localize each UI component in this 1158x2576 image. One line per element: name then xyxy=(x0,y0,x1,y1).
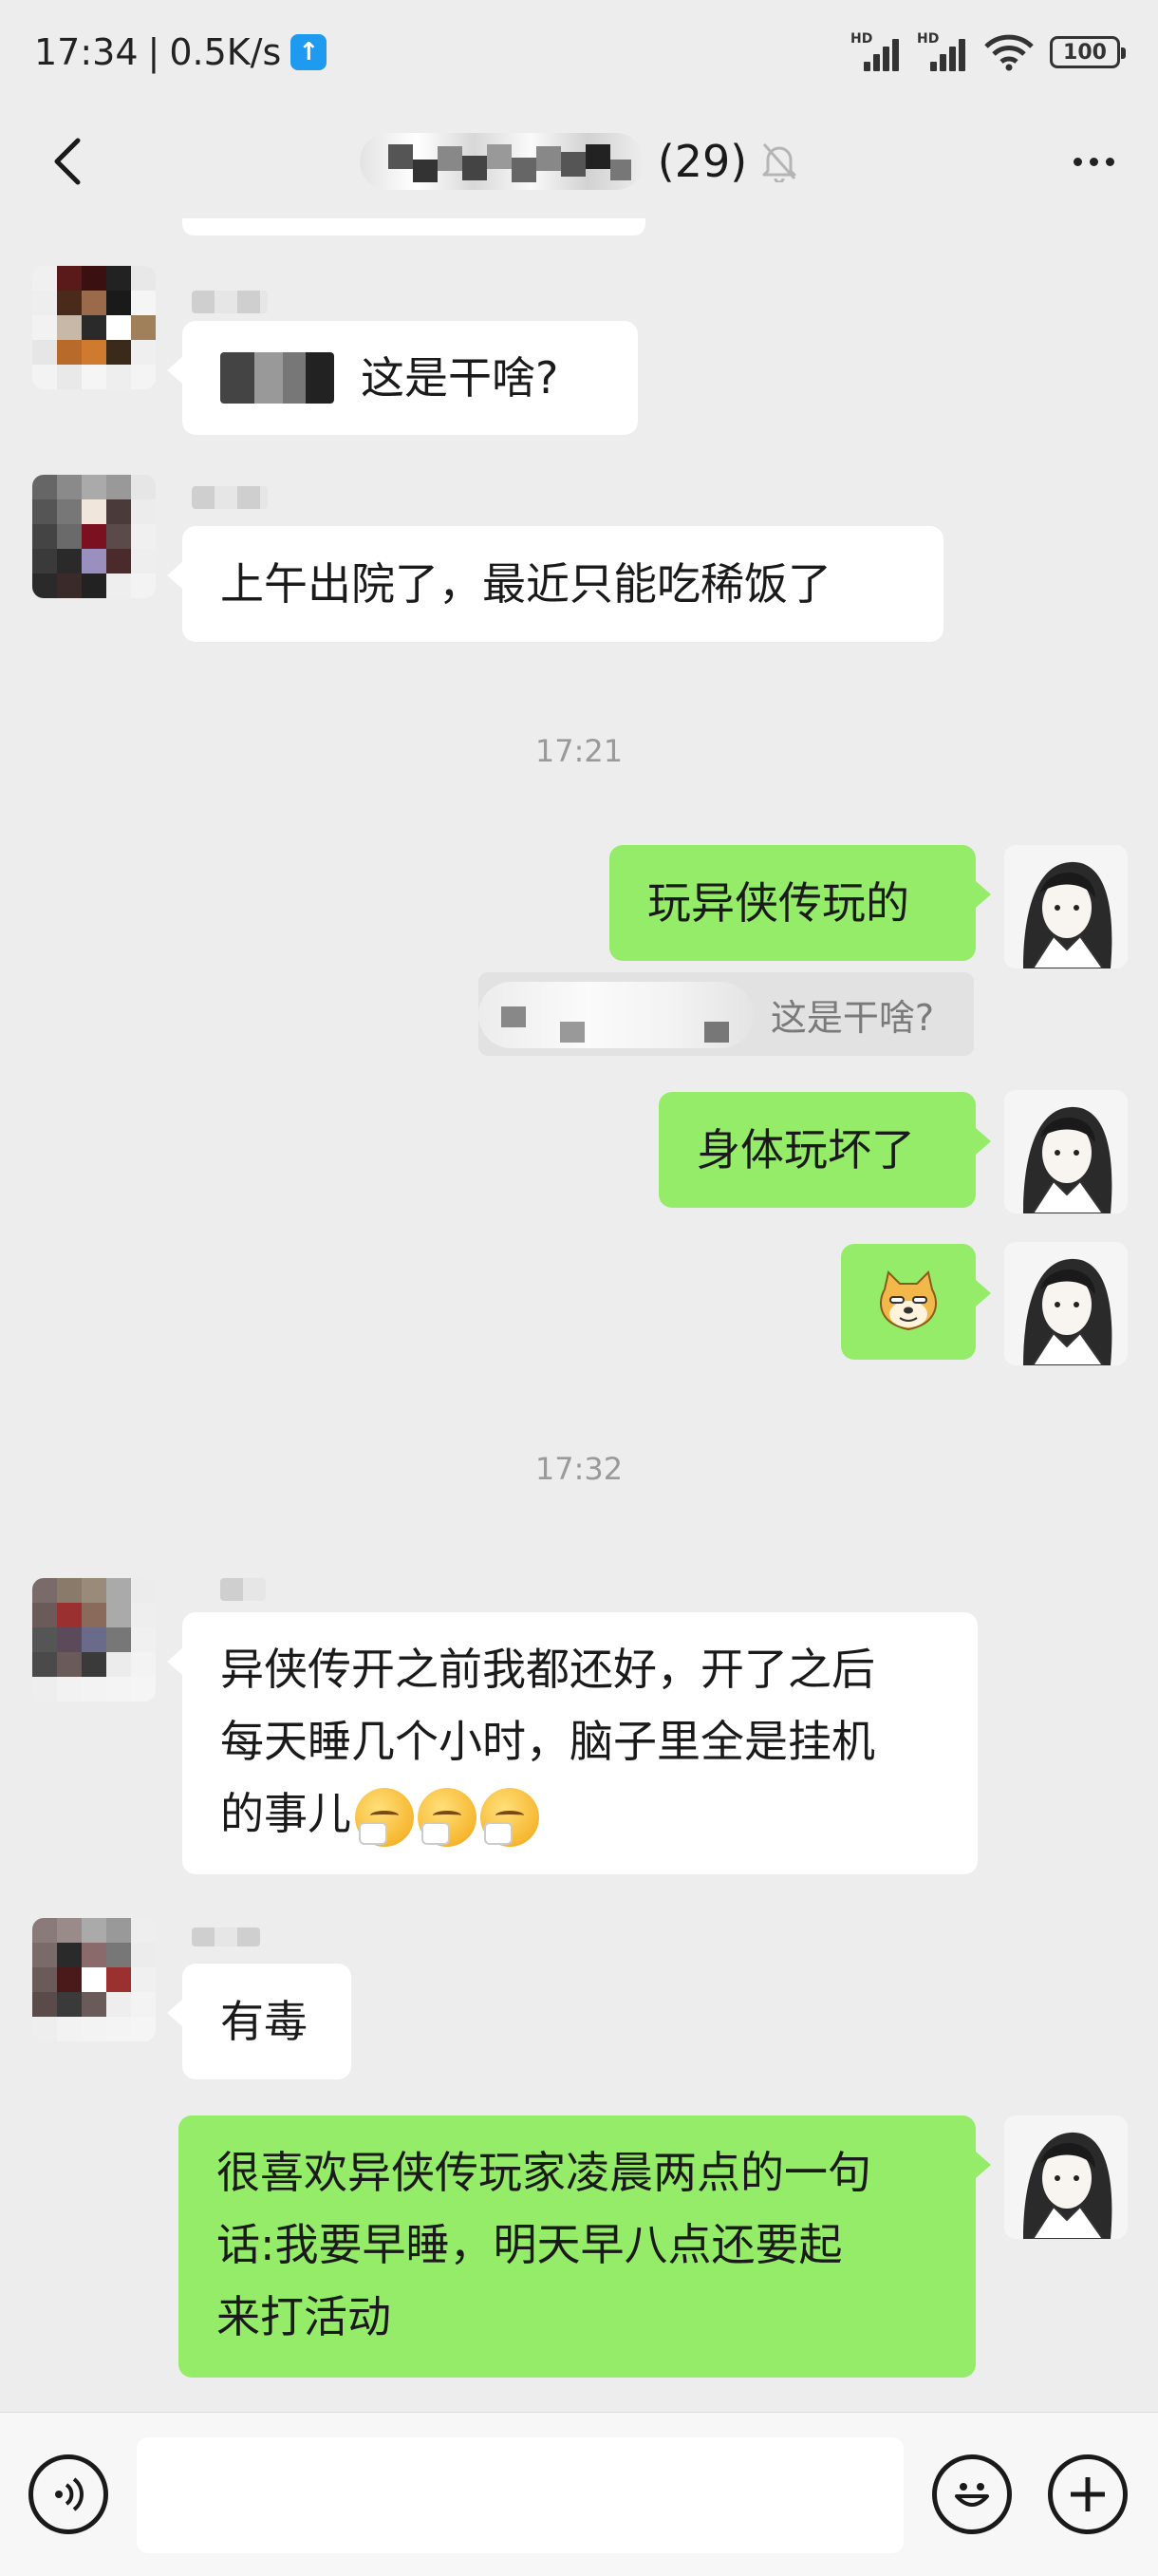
message-bubble-self[interactable]: 身体玩坏了 xyxy=(659,1092,991,1208)
message-line: 每天睡几个小时，脑子里全是挂机 xyxy=(220,1716,875,1767)
message-bubble[interactable]: 异侠传开之前我都还好，开了之后 每天睡几个小时，脑子里全是挂机 的事儿 xyxy=(167,1612,978,1874)
self-avatar[interactable] xyxy=(1004,2115,1128,2239)
plus-icon xyxy=(1071,2477,1105,2511)
message-text: 身体玩坏了 xyxy=(697,1124,915,1175)
voice-button[interactable] xyxy=(28,2454,108,2534)
quoted-text: 这是干啥? xyxy=(770,996,934,1039)
self-avatar[interactable] xyxy=(1004,1090,1128,1213)
message-text: 有毒 xyxy=(220,1996,308,2047)
quoted-message[interactable]: 这是干啥? xyxy=(478,972,974,1056)
message-line: 话:我要早睡，明天早八点还要起 xyxy=(216,2219,843,2270)
status-divider: | xyxy=(147,31,160,73)
message-bubble[interactable]: 上午出院了，最近只能吃稀饭了 xyxy=(167,526,943,642)
message-line: 很喜欢异侠传玩家凌晨两点的一句 xyxy=(216,2147,871,2198)
group-name-redacted xyxy=(359,133,644,190)
wifi-icon xyxy=(984,34,1034,71)
more-dots-icon xyxy=(1073,157,1082,166)
sender-avatar[interactable] xyxy=(32,475,156,598)
yawn-emoji-icon xyxy=(355,1787,414,1847)
signal-icon: HD xyxy=(917,31,968,71)
message-bubble[interactable]: 这是干啥? xyxy=(167,321,638,435)
message-input[interactable] xyxy=(137,2437,904,2553)
message-bubble[interactable]: 有毒 xyxy=(167,1964,351,2079)
timestamp: 17:32 xyxy=(534,1451,624,1487)
yawn-emoji-icon xyxy=(418,1787,476,1847)
chat-header: (29) xyxy=(0,104,1158,218)
sender-name-redacted xyxy=(220,1578,266,1601)
network-speed: 0.5K/s xyxy=(169,31,282,73)
redacted-mention xyxy=(220,352,334,404)
upload-icon: ↑ xyxy=(290,34,327,70)
message-line: 异侠传开之前我都还好，开了之后 xyxy=(220,1644,875,1695)
self-avatar[interactable] xyxy=(1004,845,1128,968)
sender-avatar[interactable] xyxy=(32,266,156,389)
sender-name-redacted xyxy=(192,1927,260,1946)
sender-avatar[interactable] xyxy=(32,1918,156,2041)
message-text: 玩异侠传玩的 xyxy=(647,877,909,929)
input-bar xyxy=(0,2412,1158,2576)
sender-avatar[interactable] xyxy=(32,1578,156,1702)
voice-icon xyxy=(55,2477,84,2511)
quoted-sender-redacted xyxy=(478,982,754,1048)
emoji-icon xyxy=(955,2483,989,2507)
message-text: 这是干啥? xyxy=(361,352,559,404)
message-text: 上午出院了，最近只能吃稀饭了 xyxy=(220,558,831,610)
timestamp: 17:21 xyxy=(534,733,624,769)
self-avatar[interactable] xyxy=(1004,1242,1128,1365)
member-count: (29) xyxy=(657,136,748,187)
more-button[interactable] xyxy=(1063,133,1124,190)
sender-name-redacted xyxy=(192,291,268,313)
chat-title[interactable]: (29) xyxy=(359,133,798,190)
status-right: HD HD 100 xyxy=(850,31,1126,71)
message-line: 来打活动 xyxy=(216,2291,391,2342)
message-bubble-self[interactable]: 很喜欢异侠传玩家凌晨两点的一句 话:我要早睡，明天早八点还要起 来打活动 xyxy=(178,2115,991,2378)
sticker-bubble-self[interactable] xyxy=(841,1244,991,1360)
chevron-left-icon xyxy=(54,138,81,185)
previous-message-bubble xyxy=(182,218,645,235)
back-button[interactable] xyxy=(38,131,95,192)
yawn-emoji-icon xyxy=(480,1787,539,1847)
signal-icon: HD xyxy=(850,31,902,71)
sender-name-redacted xyxy=(192,486,268,509)
status-time: 17:34 xyxy=(34,31,139,73)
status-left: 17:34 | 0.5K/s ↑ xyxy=(34,31,327,73)
status-bar: 17:34 | 0.5K/s ↑ HD HD 100 xyxy=(0,0,1158,104)
plus-button[interactable] xyxy=(1048,2454,1128,2534)
bell-off-icon xyxy=(762,143,796,182)
message-line-last: 的事儿 xyxy=(220,1777,940,1850)
message-bubble-self[interactable]: 玩异侠传玩的 xyxy=(609,845,991,961)
doge-sticker-icon xyxy=(880,1270,937,1331)
message-list[interactable]: 这是干啥? 上午出院了，最近只能吃稀饭了 17:21 玩异侠传玩的 这是干啥? … xyxy=(0,218,1158,2412)
emoji-button[interactable] xyxy=(932,2454,1012,2534)
battery-icon: 100 xyxy=(1050,36,1126,68)
